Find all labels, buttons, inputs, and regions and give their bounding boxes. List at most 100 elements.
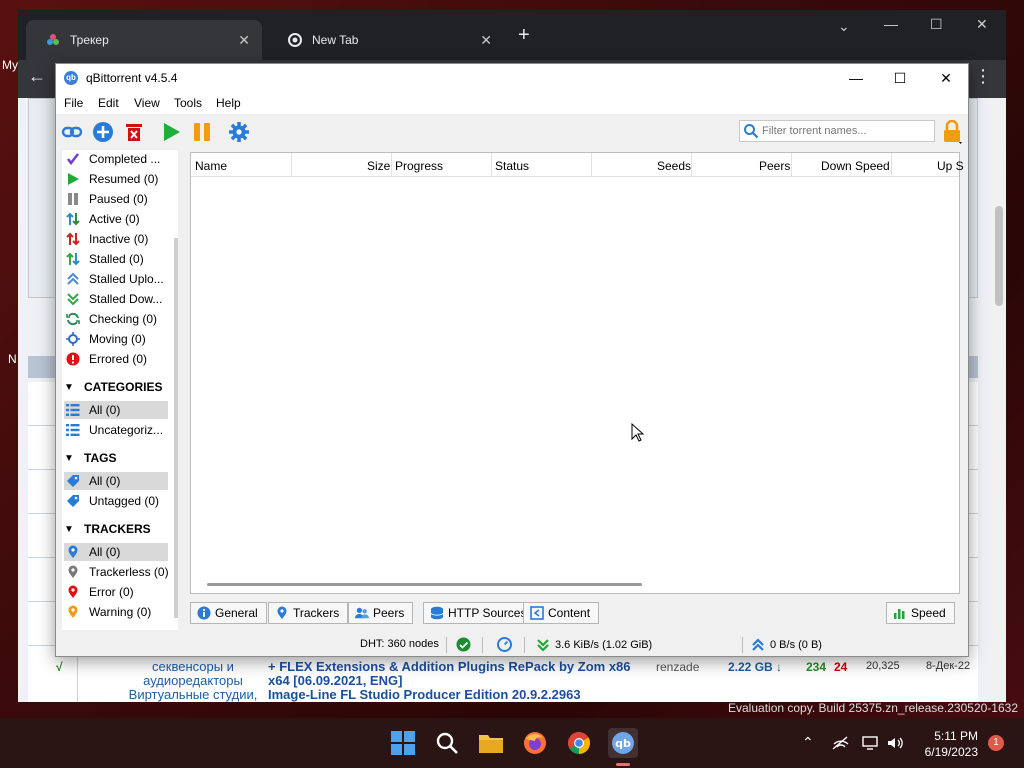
column-peers[interactable]: Peers <box>759 159 790 173</box>
tab-label: Speed <box>911 606 946 620</box>
chrome-icon[interactable] <box>564 728 594 758</box>
status-stalled[interactable]: Stalled (0) <box>64 250 168 268</box>
tab-search-icon[interactable]: ⌄ <box>838 18 850 35</box>
maximize-icon[interactable]: ☐ <box>930 16 943 33</box>
delete-torrent-icon[interactable] <box>122 120 146 144</box>
scrollbar-thumb[interactable] <box>995 206 1003 306</box>
tab-speed[interactable]: Speed <box>886 602 955 624</box>
status-moving[interactable]: Moving (0) <box>64 330 168 348</box>
column-divider[interactable] <box>591 153 592 177</box>
column-divider[interactable] <box>691 153 692 177</box>
column-status[interactable]: Status <box>495 159 529 173</box>
download-speed[interactable]: 3.6 KiB/s (1.02 GiB) <box>536 638 652 652</box>
status-completed[interactable]: Completed ... <box>64 150 168 168</box>
status-errored[interactable]: Errored (0) <box>64 350 168 368</box>
torrent-list[interactable]: Name Size Progress Status Seeds Peers Do… <box>190 152 964 594</box>
column-divider[interactable] <box>891 153 892 177</box>
tab-peers[interactable]: Peers <box>348 602 414 624</box>
maximize-button[interactable]: ☐ <box>880 67 920 89</box>
trackers-heading[interactable]: ▼ TRACKERS <box>64 522 151 536</box>
categories-heading[interactable]: ▼ CATEGORIES <box>64 380 162 394</box>
status-inactive[interactable]: Inactive (0) <box>64 230 168 248</box>
tracker-error[interactable]: Error (0) <box>64 583 168 601</box>
tab-content[interactable]: Content <box>523 602 600 624</box>
filter-torrents-field[interactable] <box>739 120 935 142</box>
category-all[interactable]: All (0) <box>64 401 168 419</box>
column-up-speed[interactable]: Up S <box>937 159 964 173</box>
minimize-button[interactable]: — <box>836 67 876 89</box>
close-tab-icon[interactable]: ✕ <box>480 32 492 49</box>
menu-help[interactable]: Help <box>216 96 241 110</box>
tab-http-sources[interactable]: HTTP Sources <box>423 602 536 624</box>
volume-icon[interactable] <box>886 735 904 754</box>
tracker-all[interactable]: All (0) <box>64 543 168 561</box>
tab-trackers[interactable]: Trackers <box>268 602 349 624</box>
lock-icon[interactable] <box>941 119 963 144</box>
display-icon[interactable] <box>862 735 880 754</box>
add-link-icon[interactable] <box>60 120 84 144</box>
download-speed-text: 3.6 KiB/s (1.02 GiB) <box>555 639 653 651</box>
network-icon[interactable] <box>832 735 850 754</box>
tag-untagged[interactable]: Untagged (0) <box>64 492 168 510</box>
firefox-icon[interactable] <box>520 728 550 758</box>
qbittorrent-taskbar-icon[interactable]: qb <box>608 728 638 758</box>
menu-view[interactable]: View <box>134 96 160 110</box>
menu-file[interactable]: File <box>64 96 83 110</box>
tracker-favicon-icon <box>46 33 60 47</box>
minimize-icon[interactable]: — <box>884 16 898 32</box>
sidebar-scrollbar[interactable] <box>174 238 178 618</box>
menu-edit[interactable]: Edit <box>98 96 119 110</box>
row-category[interactable]: секвенсоры и аудиоредакторы Виртуальные ст… <box>118 660 268 702</box>
status-paused[interactable]: Paused (0) <box>64 190 168 208</box>
row-size[interactable]: 2.22 GB ↓ <box>728 660 782 674</box>
column-name[interactable]: Name <box>195 159 227 173</box>
column-size[interactable]: Size <box>367 159 390 173</box>
pause-icon[interactable] <box>190 120 214 144</box>
column-progress[interactable]: Progress <box>395 159 443 173</box>
browser-tab-newtab[interactable]: New Tab ✕ <box>268 20 504 60</box>
menu-tools[interactable]: Tools <box>174 96 202 110</box>
close-tab-icon[interactable]: ✕ <box>238 32 250 49</box>
column-divider[interactable] <box>391 153 392 177</box>
upload-speed[interactable]: 0 B/s (0 B) <box>751 638 822 652</box>
filter-input[interactable] <box>762 123 930 139</box>
resume-icon[interactable] <box>159 120 183 144</box>
system-clock[interactable]: 5:11 PM 6/19/2023 <box>920 728 978 760</box>
new-tab-plus-icon[interactable]: + <box>518 24 530 47</box>
status-active[interactable]: Active (0) <box>64 210 168 228</box>
column-divider[interactable] <box>291 153 292 177</box>
column-divider[interactable] <box>491 153 492 177</box>
close-button[interactable]: ✕ <box>926 67 966 89</box>
status-checking[interactable]: Checking (0) <box>64 310 168 328</box>
row-author[interactable]: renzade <box>656 660 699 674</box>
tracker-warning[interactable]: Warning (0) <box>64 603 168 621</box>
tab-general[interactable]: General <box>190 602 267 624</box>
browser-tab-tracker[interactable]: Трекер ✕ <box>26 20 262 60</box>
column-seeds[interactable]: Seeds <box>657 159 691 173</box>
tags-heading[interactable]: ▼ TAGS <box>64 451 116 465</box>
notification-badge[interactable]: 1 <box>988 735 1004 751</box>
back-arrow-icon[interactable]: ← <box>28 66 46 87</box>
horizontal-scrollbar[interactable] <box>207 583 642 586</box>
tracker-trackerless[interactable]: Trackerless (0) <box>64 563 168 581</box>
status-resumed[interactable]: Resumed (0) <box>64 170 168 188</box>
status-stalled-downloading[interactable]: Stalled Dow... <box>64 290 168 308</box>
chevron-up-icon[interactable]: ⌃ <box>802 734 814 751</box>
start-windows-icon[interactable] <box>388 728 418 758</box>
column-down-speed[interactable]: Down Speed <box>821 159 890 173</box>
close-window-icon[interactable]: ✕ <box>976 16 988 33</box>
speed-limit-icon[interactable] <box>497 637 512 652</box>
status-stalled-uploading[interactable]: Stalled Uplo... <box>64 270 168 288</box>
add-torrent-icon[interactable] <box>91 120 115 144</box>
row-title-link[interactable]: + FLEX Extensions & Addition Plugins ReP… <box>268 660 638 702</box>
search-icon[interactable] <box>432 728 462 758</box>
file-explorer-icon[interactable] <box>476 728 506 758</box>
category-uncategorized[interactable]: Uncategoriz... <box>64 421 168 439</box>
tag-all[interactable]: All (0) <box>64 472 168 490</box>
options-gear-icon[interactable] <box>227 120 251 144</box>
column-divider[interactable] <box>791 153 792 177</box>
browser-menu-icon[interactable]: ⋮ <box>974 66 992 87</box>
stalled-upload-icon <box>64 272 82 286</box>
browser-scrollbar[interactable] <box>992 98 1006 702</box>
connection-status-icon[interactable] <box>456 637 471 652</box>
